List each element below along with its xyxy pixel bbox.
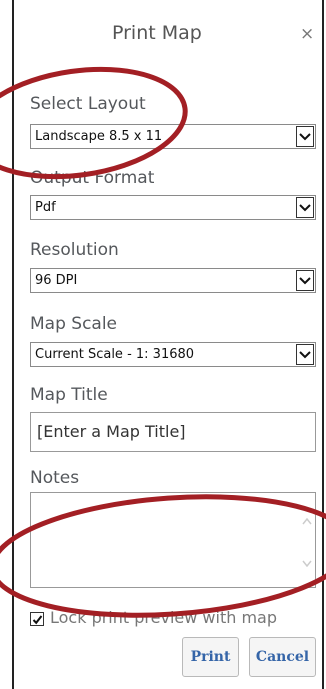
close-icon[interactable]: ×: [300, 24, 314, 44]
notes-label: Notes: [30, 468, 80, 488]
map-title-label: Map Title: [30, 385, 108, 405]
dialog-title: Print Map: [112, 22, 202, 44]
output-format-value: Pdf: [35, 200, 56, 215]
map-title-input[interactable]: [Enter a Map Title]: [30, 412, 316, 452]
map-title-placeholder: [Enter a Map Title]: [37, 422, 186, 441]
print-button[interactable]: Print: [182, 637, 239, 677]
select-layout-dropdown[interactable]: Landscape 8.5 x 11: [30, 124, 316, 149]
chevron-down-icon[interactable]: [296, 270, 314, 291]
scroll-down-icon[interactable]: [301, 557, 313, 569]
chevron-down-icon[interactable]: [296, 344, 314, 365]
lock-preview-label: Lock print preview with map: [50, 608, 277, 627]
lock-preview-checkbox[interactable]: [30, 612, 44, 626]
chevron-down-icon[interactable]: [296, 197, 314, 218]
resolution-label: Resolution: [30, 240, 119, 260]
resolution-value: 96 DPI: [35, 273, 78, 288]
cancel-button[interactable]: Cancel: [249, 637, 316, 677]
output-format-dropdown[interactable]: Pdf: [30, 195, 316, 220]
select-layout-label: Select Layout: [30, 94, 146, 114]
notes-textarea[interactable]: [30, 492, 316, 588]
map-scale-value: Current Scale - 1: 31680: [35, 347, 195, 362]
output-format-label: Output Format: [30, 168, 155, 188]
map-scale-dropdown[interactable]: Current Scale - 1: 31680: [30, 342, 316, 367]
resolution-dropdown[interactable]: 96 DPI: [30, 268, 316, 293]
map-scale-label: Map Scale: [30, 314, 118, 334]
select-layout-value: Landscape 8.5 x 11: [35, 129, 163, 144]
scroll-up-icon[interactable]: [301, 515, 313, 527]
chevron-down-icon[interactable]: [296, 126, 314, 147]
